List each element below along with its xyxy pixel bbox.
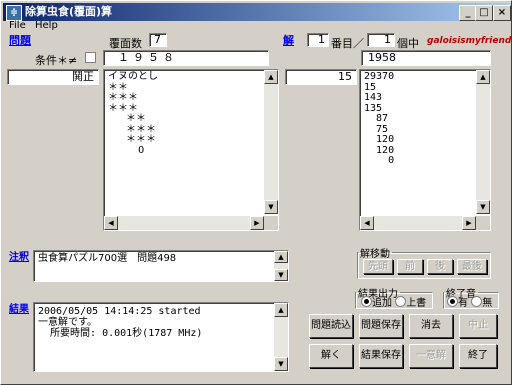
app-icon: ≑ xyxy=(6,5,22,21)
scroll-up-icon[interactable]: ▲ xyxy=(274,251,288,263)
unique-solution-button[interactable]: 一意解 xyxy=(409,344,453,368)
scroll-up-icon[interactable]: ▲ xyxy=(264,70,278,84)
save-result-button[interactable]: 結果保存 xyxy=(359,344,403,368)
menu-file[interactable]: File xyxy=(9,20,26,31)
menu-bar: File Help xyxy=(3,20,509,33)
scroll-left-icon[interactable]: ◀ xyxy=(104,216,118,230)
last-solution-button[interactable]: 最後 xyxy=(457,259,487,274)
fukumen-count-field[interactable]: 7 xyxy=(149,33,167,47)
overwrite-label: 上書 xyxy=(406,298,427,309)
note-text: 虫食算パズル700選 問題498 xyxy=(38,253,177,264)
append-label: 追加 xyxy=(372,298,392,309)
close-button[interactable]: × xyxy=(493,5,511,21)
condition-checkbox[interactable] xyxy=(85,52,96,63)
problem-vertical-scrollbar[interactable]: ▲ ▼ xyxy=(264,70,278,214)
navigation-title: 解移動 xyxy=(360,249,390,260)
solution-horizontal-scrollbar[interactable]: ◀ ▶ xyxy=(360,216,476,230)
scroll-down-icon[interactable]: ▼ xyxy=(274,269,288,281)
problem-input-field[interactable]: １９５８ xyxy=(103,50,269,66)
load-problem-button[interactable]: 問題読込 xyxy=(309,314,353,338)
sound-on-radio[interactable] xyxy=(447,296,458,307)
solution-vertical-scrollbar[interactable]: ▲ ▼ xyxy=(476,70,490,214)
exit-button[interactable]: 終了 xyxy=(459,344,497,368)
solution-value-field[interactable]: 1958 xyxy=(361,50,491,66)
scroll-down-icon[interactable]: ▼ xyxy=(274,357,288,371)
solution-body-text: 29370 15 143 135 87 75 120 120 0 xyxy=(364,71,395,166)
app-window: ≑ 除算虫食(覆面)算 _ □ × File Help 問題 覆面数 7 条件＊… xyxy=(0,0,512,385)
fukumen-label: 覆面数 xyxy=(109,37,142,50)
scroll-right-icon[interactable]: ▶ xyxy=(250,216,264,230)
solution-count-suffix: 個中 xyxy=(397,37,419,50)
result-link[interactable]: 結果 xyxy=(9,300,29,315)
note-vertical-scrollbar[interactable]: ▲ ▼ xyxy=(274,251,288,281)
scroll-right-icon[interactable]: ▶ xyxy=(462,216,476,230)
sound-off-label: 無 xyxy=(482,298,493,309)
window-title: 除算虫食(覆面)算 xyxy=(25,5,113,18)
maximize-button[interactable]: □ xyxy=(475,5,493,21)
title-bar: ≑ 除算虫食(覆面)算 _ □ × xyxy=(3,3,511,21)
solution-link[interactable]: 解 xyxy=(283,32,294,48)
output-options: 追加 上書 xyxy=(361,294,426,309)
problem-horizontal-scrollbar[interactable]: ◀ ▶ xyxy=(104,216,264,230)
solution-divisor-field[interactable]: 15 xyxy=(285,69,357,85)
scroll-left-icon[interactable]: ◀ xyxy=(360,216,374,230)
result-text-area[interactable]: 2006/05/05 14:14:25 started 一意解です。 所要時間:… xyxy=(33,302,289,372)
clear-button[interactable]: 消去 xyxy=(409,314,453,338)
solution-text-area[interactable]: 29370 15 143 135 87 75 120 120 0 ▲ ▼ ◀ ▶ xyxy=(359,69,491,231)
sound-off-radio[interactable] xyxy=(471,296,483,307)
save-problem-button[interactable]: 問題保存 xyxy=(359,314,403,338)
scroll-corner xyxy=(264,216,278,230)
author-link[interactable]: galoisismyfriend xyxy=(427,36,511,46)
result-text: 2006/05/05 14:14:25 started 一意解です。 所要時間:… xyxy=(38,306,203,339)
result-vertical-scrollbar[interactable]: ▲ ▼ xyxy=(274,303,288,371)
scroll-up-icon[interactable]: ▲ xyxy=(274,303,288,317)
note-text-area[interactable]: 虫食算パズル700選 問題498 ▲ ▼ xyxy=(33,250,289,282)
note-link[interactable]: 注釈 xyxy=(9,248,29,263)
solve-button[interactable]: 解く xyxy=(309,344,353,368)
sound-on-label: 有 xyxy=(458,298,468,309)
scroll-corner xyxy=(476,216,490,230)
solution-index-field[interactable]: 1 xyxy=(307,33,329,47)
next-solution-button[interactable]: 後 xyxy=(427,259,453,274)
first-solution-button[interactable]: 先頭 xyxy=(363,259,393,274)
stop-button[interactable]: 中止 xyxy=(459,314,497,338)
problem-divisor-field[interactable]: 鬨正 xyxy=(7,69,99,85)
solution-count-field[interactable]: 1 xyxy=(367,33,395,47)
problem-link[interactable]: 問題 xyxy=(9,32,31,48)
overwrite-radio[interactable] xyxy=(395,296,407,307)
scroll-up-icon[interactable]: ▲ xyxy=(476,70,490,84)
problem-text-area[interactable]: イヌのとし ＊＊ ＊＊＊ ＊＊＊ ＊＊ ＊＊＊ ＊＊＊ O ▲ ▼ ◀ ▶ xyxy=(103,69,279,231)
scroll-down-icon[interactable]: ▼ xyxy=(264,200,278,214)
menu-help[interactable]: Help xyxy=(35,20,58,31)
sound-options: 有 無 xyxy=(447,294,492,309)
scroll-down-icon[interactable]: ▼ xyxy=(476,200,490,214)
problem-body-text: イヌのとし ＊＊ ＊＊＊ ＊＊＊ ＊＊ ＊＊＊ ＊＊＊ O xyxy=(108,71,158,156)
prev-solution-button[interactable]: 前 xyxy=(397,259,423,274)
condition-label: 条件＊≠ xyxy=(35,54,78,67)
solution-index-suffix: 番目／ xyxy=(331,37,364,50)
append-radio[interactable] xyxy=(361,296,372,307)
